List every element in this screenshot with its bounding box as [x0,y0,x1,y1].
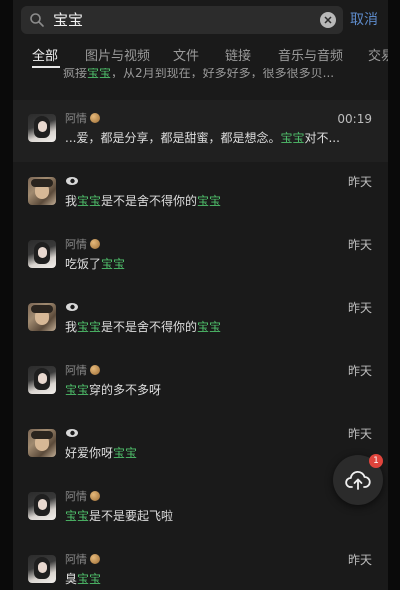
search-results-screen: 宝宝 取消 全部 图片与视频 文件 链接 音乐与音频 交易 疯接宝宝，从2月到现… [13,0,388,590]
snippet-text: 是不是舍不得你的 [101,194,198,208]
avatar [28,303,56,331]
clear-icon[interactable] [320,12,336,28]
tab-links[interactable]: 链接 [225,48,251,66]
snippet-text: 吃饭了 [65,257,102,271]
snippet-text: 好爱你呀 [65,446,114,460]
partial-text-prefix: 疯接 [63,68,88,78]
sender-name-text: 阿情 [65,238,87,251]
result-row[interactable]: 阿情 昨天臭宝宝 [13,541,388,590]
message-snippet: ...爱，都是分享，都是甜蜜，都是想念。宝宝对不... [65,130,340,146]
keyword-highlight: 宝宝 [113,446,138,460]
snippet-text: 我 [65,194,78,208]
avatar [28,366,56,394]
snippet-text: 穿的多不多呀 [89,383,162,397]
snippet-text: 对不... [304,131,340,145]
keyword-highlight: 宝宝 [65,383,90,397]
cookie-emoji-icon [90,491,100,501]
keyword-highlight: 宝宝 [197,194,222,208]
keyword-highlight: 宝宝 [101,257,126,271]
result-row[interactable]: 阿情 昨天吃饭了宝宝 [13,226,388,288]
tab-all[interactable]: 全部 [32,48,58,66]
message-snippet: 我宝宝是不是舍不得你的宝宝 [65,193,221,209]
partial-result-row[interactable]: 疯接宝宝，从2月到现在，好多好多，很多很多贝... [63,68,363,78]
message-snippet: 宝宝是不是要起飞啦 [65,508,173,524]
snippet-text: 我 [65,320,78,334]
cookie-emoji-icon [90,113,100,123]
snippet-text: 臭 [65,572,78,586]
keyword-highlight: 宝宝 [77,572,102,586]
avatar [28,114,56,142]
message-snippet: 臭宝宝 [65,571,101,587]
snippet-text: ...爱，都是分享，都是甜蜜，都是想念。 [65,131,281,145]
eye-icon [66,303,78,311]
search-bar: 宝宝 取消 [13,0,388,40]
search-query: 宝宝 [53,11,84,29]
keyword-highlight: 宝宝 [77,320,102,334]
notification-badge: 1 [369,454,383,468]
partial-text-suffix: ，从2月到现在，好多好多，很多很多贝... [111,68,335,78]
sender-name-text: 阿情 [65,553,87,566]
sender-name-text: 阿情 [65,490,87,503]
search-input[interactable]: 宝宝 [21,6,343,34]
keyword-highlight: 宝宝 [77,194,102,208]
eye-icon [66,177,78,185]
tab-media[interactable]: 图片与视频 [85,48,150,66]
cloud-upload-icon [345,470,371,490]
message-time: 昨天 [347,553,372,567]
result-row[interactable]: 阿情宝宝是不是要起飞啦 [13,478,388,540]
message-time: 昨天 [347,238,372,252]
cookie-emoji-icon [90,554,100,564]
message-time: 昨天 [347,364,372,378]
sender-name: 阿情 [65,112,100,126]
message-time: 昨天 [347,175,372,189]
sender-name-text: 阿情 [65,112,87,125]
cookie-emoji-icon [90,239,100,249]
avatar [28,555,56,583]
avatar [28,240,56,268]
message-snippet: 吃饭了宝宝 [65,256,125,272]
right-edge [388,0,400,590]
sender-name: 阿情 [65,553,100,567]
keyword-highlight: 宝宝 [65,509,90,523]
active-tab-indicator [32,66,60,68]
result-row[interactable]: 阿情 昨天宝宝穿的多不多呀 [13,352,388,414]
message-snippet: 宝宝穿的多不多呀 [65,382,161,398]
avatar [28,492,56,520]
message-time: 昨天 [347,301,372,315]
partial-text-highlight: 宝宝 [87,68,112,78]
cookie-emoji-icon [90,365,100,375]
sender-name-text: 阿情 [65,364,87,377]
sender-name: 阿情 [65,364,100,378]
result-row[interactable]: 昨天 我宝宝是不是舍不得你的宝宝 [13,289,388,351]
message-time: 00:19 [337,112,372,126]
left-edge [0,0,13,590]
sender-name: 阿情 [65,490,100,504]
tab-music[interactable]: 音乐与音频 [278,48,343,66]
snippet-text: 是不是要起飞啦 [89,509,174,523]
tab-transactions[interactable]: 交易 [368,48,388,66]
message-snippet: 好爱你呀宝宝 [65,445,137,461]
result-row[interactable]: 阿情 00:19 ...爱，都是分享，都是甜蜜，都是想念。宝宝对不... [13,100,388,162]
avatar [28,429,56,457]
message-snippet: 我宝宝是不是舍不得你的宝宝 [65,319,221,335]
search-icon [30,13,44,27]
snippet-text: 是不是舍不得你的 [101,320,198,334]
result-row[interactable]: 昨天 我宝宝是不是舍不得你的宝宝 [13,163,388,225]
result-row[interactable]: 昨天好爱你呀宝宝 [13,415,388,477]
cancel-button[interactable]: 取消 [350,10,378,30]
avatar [28,177,56,205]
keyword-highlight: 宝宝 [280,131,305,145]
tab-files[interactable]: 文件 [173,48,199,66]
eye-icon [66,429,78,437]
close-icon [324,16,332,24]
keyword-highlight: 宝宝 [197,320,222,334]
sender-name: 阿情 [65,238,100,252]
message-time: 昨天 [347,427,372,441]
